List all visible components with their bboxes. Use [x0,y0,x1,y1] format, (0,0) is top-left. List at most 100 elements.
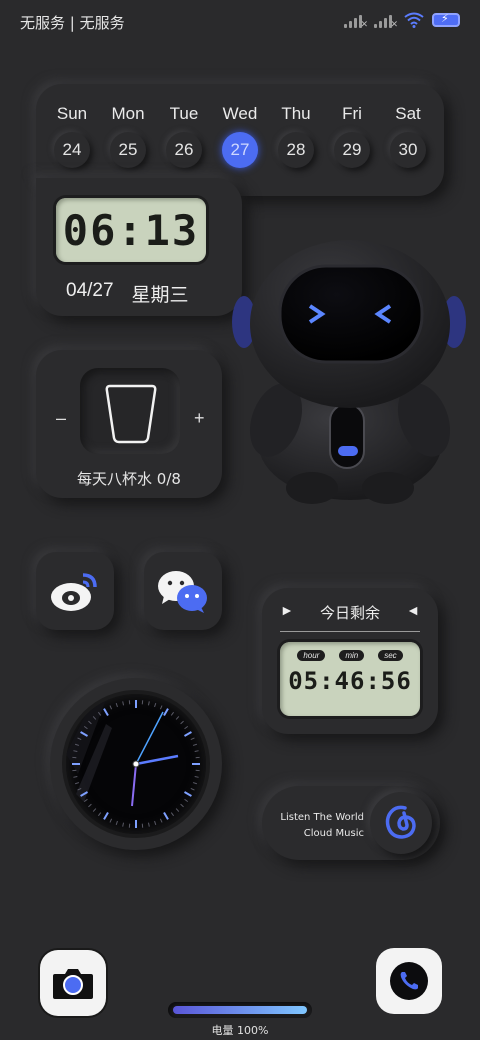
weekday-label: Sat [395,104,421,123]
clock-tick [73,775,78,778]
battery-charging-icon [432,12,460,27]
clock-tick [97,812,102,817]
clock-tick [184,798,189,803]
camera-icon [53,969,93,999]
netease-cloud-music-icon [385,805,416,839]
countdown-title: 今日剩余 [319,604,380,622]
countdown-right-arrow: ◄ [406,602,420,618]
calendar-date[interactable]: 25 [110,132,146,168]
weekday-label: Tue [169,104,199,123]
music-text: Listen The World Cloud Music [280,810,364,842]
clock-tick [88,803,92,808]
clock-tick [194,750,199,753]
calendar-date[interactable]: 29 [334,132,370,168]
camera-app-button[interactable] [40,950,106,1016]
countdown-widget[interactable]: ► 今日剩余 ◄ hour min sec 05:46:56 [262,588,438,734]
signal-no-service-icon: ✕ [344,12,368,29]
music-line1: Listen The World [280,812,364,823]
music-widget[interactable]: Listen The World Cloud Music [262,786,440,860]
clock-tick [122,701,125,706]
clock-tick [180,720,184,725]
calendar-date[interactable]: 30 [390,132,426,168]
robot-mascot [232,240,466,504]
clock-tick [92,808,97,812]
weekday-label: Mon [111,104,145,123]
digital-clock-widget[interactable]: 06:13 04/27 星期三 [36,178,242,316]
clock-tick [163,708,169,717]
clock-tick [192,782,198,785]
tag-hour: hour [297,650,326,661]
calendar-date[interactable]: 26 [166,132,202,168]
calendar-dates: 24 25 26 27 28 29 30 [52,132,428,168]
tag-min: min [339,650,365,661]
clock-tick [183,731,192,737]
calendar-date[interactable]: 28 [278,132,314,168]
weekday-label: Fri [342,104,362,123]
water-plus-button[interactable]: + [194,408,205,429]
clock-tick [192,743,198,746]
battery-bar-fill [173,1006,307,1014]
clock-hands [66,694,200,828]
clock-tick [194,775,199,778]
weekday-label: Thu [281,104,311,123]
calendar-date[interactable]: 24 [54,132,90,168]
digital-clock-time: 06:13 [56,198,206,262]
clock-tick [115,702,118,708]
netease-music-button[interactable] [370,792,432,854]
battery-label: 电量 100% [211,1024,269,1037]
clock-tick [183,791,192,797]
wechat-app-button[interactable] [144,552,222,630]
clock-tick [175,716,180,720]
phone-app-button[interactable] [376,948,442,1014]
status-icons: ✕ ✕ [344,12,460,29]
clock-tick [154,820,157,826]
phone-icon [390,962,428,1000]
clock-tick [170,711,175,716]
clock-tick [159,818,163,823]
weibo-app-button[interactable] [36,552,114,630]
clock-weekday: 星期三 [131,285,189,306]
wifi-icon [404,12,424,28]
clock-tick [147,701,150,706]
clock-tick [180,803,184,808]
weibo-icon [51,573,97,611]
clock-tick [159,705,163,710]
water-cup-box[interactable] [80,368,180,454]
water-label: 每天八杯水 0/8 [77,470,181,488]
clock-tick [74,782,80,785]
countdown-header: ► 今日剩余 ◄ [280,602,420,632]
water-minus-button[interactable]: – [56,408,66,429]
clock-tick [115,820,118,826]
weekday-label: Sun [56,104,88,123]
cup-icon [105,384,157,444]
clock-tick [175,808,180,812]
status-carrier: 无服务 | 无服务 [20,14,125,32]
clock-tick [190,737,195,741]
clock-tick [190,787,195,791]
countdown-left-arrow: ► [280,602,294,618]
analog-clock-widget[interactable] [50,678,222,850]
countdown-unit-tags: hour min sec [297,650,403,661]
clock-tick [154,702,157,708]
clock-tick [170,812,175,817]
analog-clock-face [66,694,206,834]
clock-tick [103,708,109,717]
battery-bar [168,1002,312,1018]
date-line: 04/27 星期三 [66,280,189,307]
wechat-icon [158,571,207,613]
clock-tick [184,725,189,730]
signal-no-service-icon: ✕ [374,12,398,29]
calendar-weekdays: Sun Mon Tue Wed Thu Fri Sat [52,104,428,124]
calendar-date-today[interactable]: 27 [222,132,258,168]
water-tracker-widget: – + 每天八杯水 0/8 [36,350,222,498]
clock-tick [122,822,125,827]
weekday-label: Wed [222,104,258,123]
tag-sec: sec [378,650,403,661]
clock-date: 04/27 [66,280,114,301]
clock-tick [147,822,150,827]
clock-tick [109,818,113,823]
countdown-display: hour min sec 05:46:56 [280,642,420,716]
music-line2: Cloud Music [303,828,364,839]
countdown-time: 05:46:56 [288,667,412,695]
clock-tick [109,705,113,710]
